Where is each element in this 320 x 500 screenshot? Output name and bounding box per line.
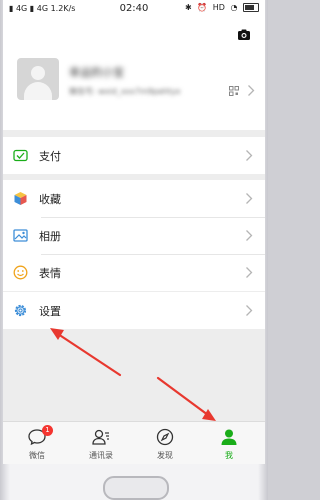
tab-chats[interactable]: 1 微信 — [11, 422, 63, 464]
menu-item-settings[interactable]: 设置 — [3, 292, 265, 329]
tab-label: 发现 — [157, 451, 173, 460]
alarm-icon: ⏰ — [197, 3, 208, 12]
screen: ▮ 4G ▮ 4G 1.2K/s 02:40 ✱ ⏰ HD ◔ 幸运的小宝 微信… — [3, 0, 265, 464]
wechat-id: 微信号: wxid_xxx7m9pehtyx — [69, 87, 181, 96]
tab-label: 微信 — [29, 451, 45, 460]
tab-contacts[interactable]: 通讯录 — [75, 422, 127, 464]
menu-group-pay: 支付 — [3, 137, 265, 174]
nickname: 幸运的小宝 — [69, 66, 124, 79]
wifi-icon: ◔ — [230, 3, 238, 12]
album-icon — [13, 229, 28, 242]
contacts-icon — [92, 429, 109, 445]
status-right: ✱ ⏰ HD ◔ — [182, 3, 259, 12]
unread-badge: 1 — [42, 425, 53, 436]
tab-discover[interactable]: 发现 — [139, 422, 191, 464]
menu-item-pay[interactable]: 支付 — [3, 137, 265, 174]
chevron-right-icon — [246, 150, 253, 161]
menu-item-label: 设置 — [39, 305, 61, 318]
payment-icon — [13, 149, 28, 162]
qr-code-icon[interactable] — [229, 86, 239, 96]
tab-label: 通讯录 — [89, 451, 113, 460]
favorites-cube-icon — [14, 192, 27, 205]
chevron-right-icon — [248, 85, 255, 96]
settings-gear-icon — [14, 304, 27, 317]
tab-me[interactable]: 我 — [203, 422, 255, 464]
tab-label: 我 — [225, 451, 233, 460]
chevron-right-icon — [246, 193, 253, 204]
menu-item-album[interactable]: 相册 — [3, 217, 265, 254]
chevron-right-icon — [246, 267, 253, 278]
compass-icon — [156, 428, 174, 446]
chevron-right-icon — [246, 230, 253, 241]
menu-item-favorites[interactable]: 收藏 — [3, 180, 265, 217]
menu-item-label: 相册 — [39, 230, 61, 243]
menu-item-label: 收藏 — [39, 193, 61, 206]
phone-frame: ▮ 4G ▮ 4G 1.2K/s 02:40 ✱ ⏰ HD ◔ 幸运的小宝 微信… — [0, 0, 268, 500]
menu-item-label: 表情 — [39, 267, 61, 280]
avatar[interactable] — [17, 58, 59, 100]
hd-label: HD — [212, 3, 225, 12]
menu-item-stickers[interactable]: 表情 — [3, 254, 265, 291]
menu-item-label: 支付 — [39, 150, 61, 163]
menu-group-collections: 收藏 相册 表情 — [3, 180, 265, 291]
camera-icon[interactable] — [237, 28, 251, 42]
battery-icon — [243, 3, 259, 12]
bluetooth-icon: ✱ — [184, 3, 192, 12]
sticker-smile-icon — [13, 265, 28, 280]
chevron-right-icon — [246, 305, 253, 316]
profile-card[interactable]: 幸运的小宝 微信号: wxid_xxx7m9pehtyx — [3, 18, 265, 130]
home-button[interactable] — [103, 476, 169, 500]
status-bar: ▮ 4G ▮ 4G 1.2K/s 02:40 ✱ ⏰ HD ◔ — [3, 0, 265, 18]
bottom-tab-bar: 1 微信 通讯录 发现 我 — [3, 421, 265, 464]
me-person-icon — [221, 429, 237, 445]
menu-group-settings: 设置 — [3, 292, 265, 329]
